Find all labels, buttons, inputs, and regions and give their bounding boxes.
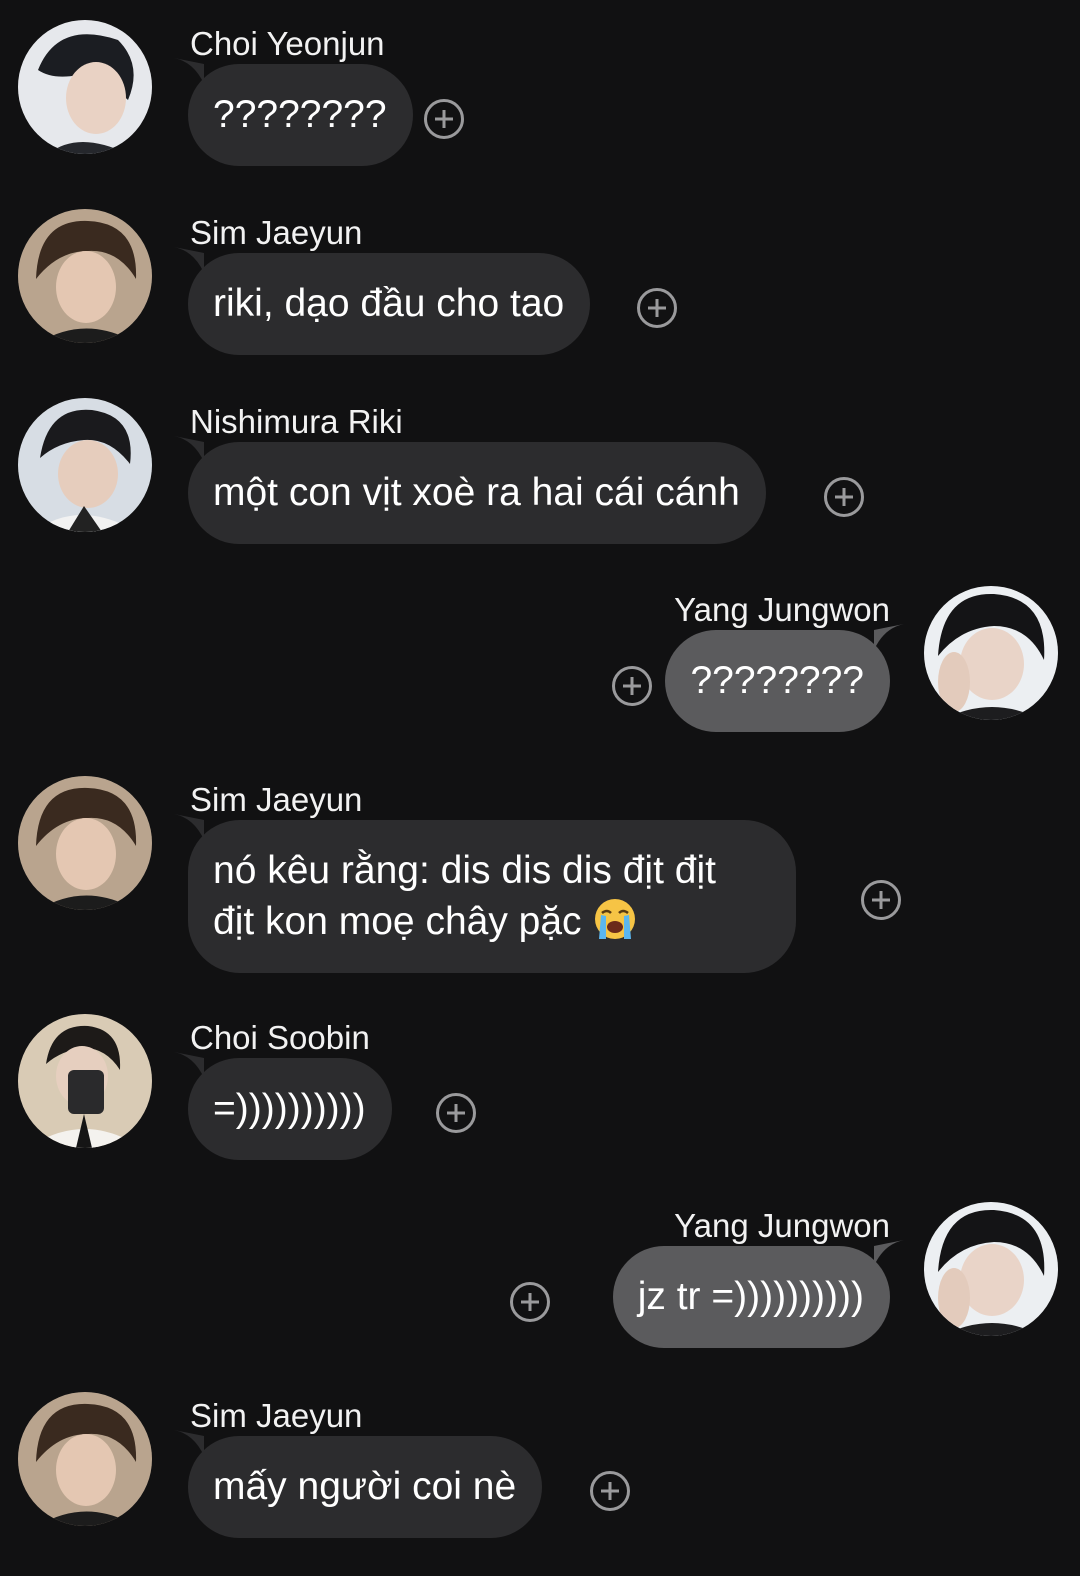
message-text: =)))))))))) — [213, 1087, 366, 1130]
bubble-tail — [174, 58, 204, 84]
message-bubble[interactable]: ???????? — [665, 630, 890, 732]
add-reaction-icon[interactable] — [424, 99, 464, 139]
message-text-line: nó kêu rằng: dis dis dis địt địt — [213, 849, 716, 892]
avatar[interactable] — [18, 398, 152, 532]
bubble-tail — [174, 814, 204, 840]
message-text-line: địt kon moẹ chây pặc — [213, 896, 716, 947]
add-reaction-icon[interactable] — [612, 666, 652, 706]
sender-name: Choi Soobin — [190, 1019, 370, 1056]
message-text: mấy người coi nè — [213, 1465, 517, 1508]
add-reaction-icon[interactable] — [861, 880, 901, 920]
sender-name: Nishimura Riki — [190, 403, 403, 440]
bubble-tail — [174, 1052, 204, 1078]
avatar[interactable] — [18, 209, 152, 343]
avatar[interactable] — [924, 586, 1058, 720]
message-bubble[interactable]: ???????? — [188, 64, 413, 166]
loudly-crying-face-icon — [595, 899, 636, 939]
chat-thread: Choi Yeonjun ???????? Sim Jaeyun riki, d… — [0, 0, 1080, 1576]
message-bubble[interactable]: nó kêu rằng: dis dis dis địt địt địt kon… — [188, 820, 796, 973]
message-bubble[interactable]: riki, dạo đầu cho tao — [188, 253, 591, 355]
sender-name: Yang Jungwon — [674, 591, 890, 628]
message-text: jz tr =)))))))))) — [637, 1275, 864, 1318]
add-reaction-icon[interactable] — [590, 1471, 630, 1511]
message-text: ???????? — [690, 659, 864, 702]
add-reaction-icon[interactable] — [824, 477, 864, 517]
bubble-tail — [174, 1430, 204, 1456]
message-text: một con vịt xoè ra hai cái cánh — [213, 471, 740, 514]
avatar[interactable] — [18, 1392, 152, 1526]
message-bubble[interactable]: =)))))))))) — [188, 1058, 392, 1160]
avatar[interactable] — [18, 776, 152, 910]
add-reaction-icon[interactable] — [637, 288, 677, 328]
sender-name: Yang Jungwon — [674, 1207, 890, 1244]
message-bubble[interactable]: jz tr =)))))))))) — [612, 1246, 890, 1348]
bubble-tail — [174, 247, 204, 273]
bubble-tail — [174, 436, 204, 462]
message-bubble[interactable]: mấy người coi nè — [188, 1436, 543, 1538]
sender-name: Sim Jaeyun — [190, 1397, 363, 1434]
avatar[interactable] — [18, 20, 152, 154]
add-reaction-icon[interactable] — [510, 1282, 550, 1322]
message-text: ???????? — [213, 93, 387, 136]
bubble-tail — [874, 1240, 904, 1266]
bubble-tail — [874, 624, 904, 650]
avatar[interactable] — [18, 1014, 152, 1148]
message-text: riki, dạo đầu cho tao — [213, 282, 565, 325]
avatar[interactable] — [924, 1202, 1058, 1336]
sender-name: Choi Yeonjun — [190, 25, 385, 62]
message-bubble[interactable]: một con vịt xoè ra hai cái cánh — [188, 442, 766, 544]
add-reaction-icon[interactable] — [436, 1093, 476, 1133]
sender-name: Sim Jaeyun — [190, 214, 363, 251]
sender-name: Sim Jaeyun — [190, 781, 363, 818]
